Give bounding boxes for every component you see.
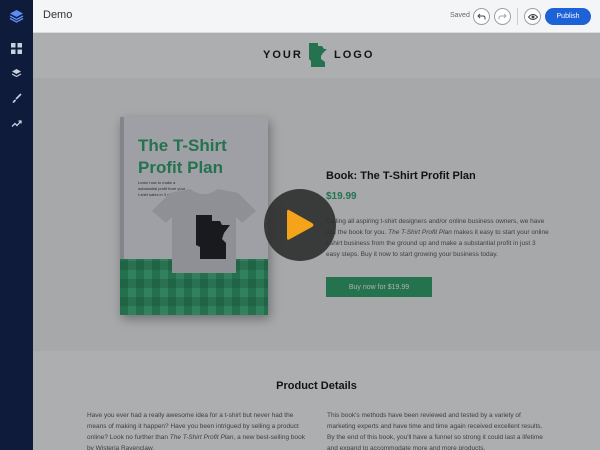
play-icon xyxy=(287,209,314,240)
undo-icon xyxy=(477,13,486,20)
toolbar-divider xyxy=(517,8,518,25)
layers-icon[interactable] xyxy=(8,65,25,82)
grid-icon[interactable] xyxy=(8,40,25,57)
redo-icon xyxy=(498,13,507,20)
app-logo-icon[interactable] xyxy=(8,8,25,25)
left-rail xyxy=(0,0,33,450)
eye-icon xyxy=(527,13,538,20)
project-title[interactable]: Demo xyxy=(43,9,72,21)
trend-icon[interactable] xyxy=(8,115,25,132)
redo-button[interactable] xyxy=(494,8,511,25)
brush-icon[interactable] xyxy=(8,90,25,107)
publish-button[interactable]: Publish xyxy=(545,8,591,25)
saved-status: Saved xyxy=(450,12,470,19)
play-button[interactable] xyxy=(264,189,336,261)
top-bar: Demo Saved Publish xyxy=(33,0,600,33)
undo-button[interactable] xyxy=(473,8,490,25)
preview-button[interactable] xyxy=(524,8,541,25)
